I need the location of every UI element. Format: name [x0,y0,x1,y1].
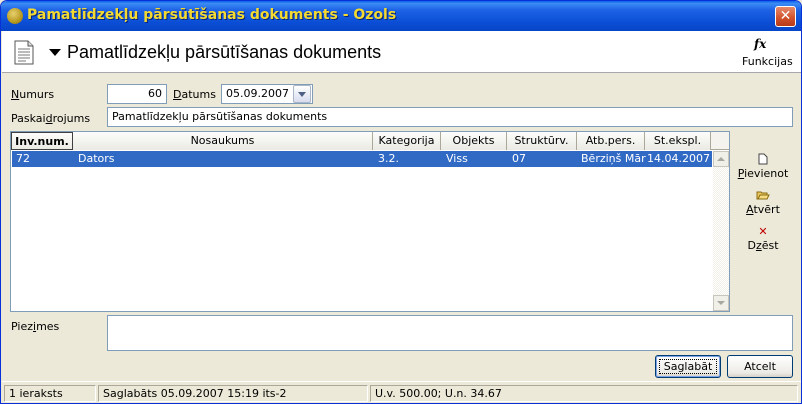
cell-inv-num: 72 [16,152,30,165]
record-count: 1 ieraksts [4,385,96,402]
window-title: Pamatlīdzekļu pārsūtīšanas dokuments - O… [27,7,397,23]
delete-x-icon: ✕ [758,225,768,238]
header-menu-arrow-icon[interactable] [49,49,61,56]
page-title: Pamatlīdzekļu pārsūtīšanas dokuments [67,42,382,62]
saved-status: Saglabāts 05.09.2007 15:19 its-2 [98,385,368,402]
table-vertical-scrollbar[interactable] [713,151,729,311]
number-field[interactable]: 60 [107,84,167,104]
table-header: Inv.num. Nosaukums Kategorija Objekts St… [11,132,729,150]
functions-button[interactable]: Funkcijas [742,55,793,68]
cell-operation-start: 14.04.2007 [647,152,710,165]
column-header-operation-start[interactable]: St.ekspl. [645,132,711,150]
date-label: Datums [173,88,216,101]
delete-button[interactable]: ✕ Dzēst [734,225,792,252]
explanation-field[interactable]: Pamatlīdzekļu pārsūtīšanas dokuments [107,107,793,127]
column-header-category[interactable]: Kategorija [373,132,441,150]
column-header-inv-num[interactable]: Inv.num. [11,132,73,150]
status-bar: 1 ieraksts Saglabāts 05.09.2007 15:19 it… [2,381,801,403]
notes-label: Piezimes [11,320,60,333]
open-folder-icon [734,189,792,203]
new-page-icon [734,153,792,167]
column-header-name[interactable]: Nosaukums [73,132,373,150]
column-header-structure[interactable]: Struktūrv. [507,132,577,150]
document-icon [14,40,34,65]
title-bar[interactable]: Pamatlīdzekļu pārsūtīšanas dokuments - O… [1,1,801,31]
cancel-button[interactable]: Atcelt [727,355,793,378]
assets-table[interactable]: Inv.num. Nosaukums Kategorija Objekts St… [10,131,730,312]
date-dropdown-button[interactable] [293,85,311,103]
main-window: Pamatlīdzekļu pārsūtīšanas dokuments - O… [0,0,802,404]
save-button[interactable]: Saglabāt [655,355,721,378]
scroll-up-button[interactable] [713,151,729,167]
cell-responsible: Bērziņš Mārtiņš [581,152,646,165]
open-button[interactable]: Atvērt [734,189,792,216]
add-button[interactable]: Pievienot [734,153,792,180]
app-logo-icon [7,8,23,24]
scroll-down-button[interactable] [713,295,729,311]
cell-category: 3.2. [378,152,399,165]
column-header-responsible[interactable]: Atb.pers. [577,132,645,150]
explanation-label: Paskaidrojums [11,112,91,125]
column-header-object[interactable]: Objekts [441,132,507,150]
table-row[interactable]: 72 Dators 3.2. Viss 07 Bērziņš Mārtiņš 1… [12,151,712,167]
cell-name: Dators [78,152,115,165]
currency-rates: U.v. 500.00; U.n. 34.67 [370,385,798,402]
functions-icon[interactable]: fx [754,37,766,51]
document-header: Pamatlīdzekļu pārsūtīšanas dokuments fx … [2,31,801,73]
close-button[interactable]: ✕ [775,6,796,27]
number-label: Numurs [11,88,55,101]
cell-structure: 07 [512,152,526,165]
cell-object: Viss [446,152,468,165]
notes-field[interactable] [107,315,793,351]
